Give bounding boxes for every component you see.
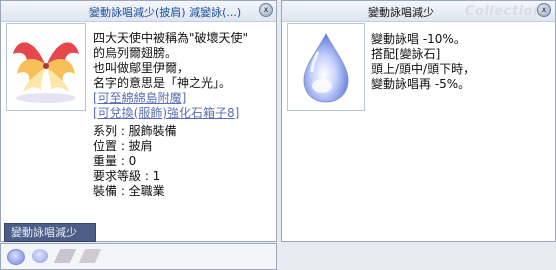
item-image bbox=[6, 23, 86, 111]
card-slot-filled-icon[interactable] bbox=[32, 249, 48, 263]
card-slot-tab[interactable]: 變動詠唱減少 bbox=[4, 223, 96, 242]
exchange-box-link[interactable]: [可兌換(服飾)強化石箱子8] bbox=[93, 106, 248, 121]
property-level: 要求等級 : 1 bbox=[93, 169, 161, 183]
card-slot-bar bbox=[0, 243, 277, 270]
close-button[interactable]: x bbox=[259, 3, 273, 17]
card-slot-empty-icon[interactable] bbox=[53, 249, 77, 263]
description-line: 變動詠唱 -10%。 bbox=[371, 32, 466, 46]
title-bar[interactable]: 變動詠唱減少(披肩) 減變詠(...) x bbox=[1, 1, 276, 22]
card-info-window: 變動詠唱減少 Collections x 變動詠唱 -10%。 搭配[變詠石] … bbox=[281, 0, 556, 242]
property-series: 系列 : 服飾裝備 bbox=[93, 124, 177, 138]
enchant-location-link[interactable]: [可至綿綿島附魔] bbox=[93, 91, 248, 106]
water-drop-icon bbox=[303, 32, 349, 103]
card-image bbox=[287, 23, 365, 111]
item-description: 四大天使中被稱為"破壞天使" 的烏列爾翅膀。 也叫做鄔里伊爾， 名字的意思是「神… bbox=[93, 31, 248, 199]
description-line: 四大天使中被稱為"破壞天使" bbox=[93, 31, 249, 45]
description-line: 搭配[變詠石] bbox=[371, 47, 441, 61]
description-line: 的烏列爾翅膀。 bbox=[93, 46, 178, 60]
description-line: 名字的意思是「神之光」。 bbox=[93, 76, 232, 90]
item-info-window: 變動詠唱減少(披肩) 減變詠(...) x 四大天使中被稱為"破壞天使" 的烏列… bbox=[0, 0, 277, 242]
card-slot-filled-icon[interactable] bbox=[7, 249, 25, 265]
property-weight: 重量 : 0 bbox=[93, 154, 137, 168]
title-bar[interactable]: 變動詠唱減少 Collections x bbox=[282, 1, 555, 22]
description-line: 變動詠唱再 -5%。 bbox=[371, 77, 471, 91]
card-description: 變動詠唱 -10%。 搭配[變詠石] 頭上/頭中/頭下時， 變動詠唱再 -5%。 bbox=[371, 32, 475, 92]
card-title: 變動詠唱減少 bbox=[368, 6, 434, 19]
close-button[interactable]: x bbox=[537, 3, 551, 17]
item-title: 變動詠唱減少(披肩) 減變詠(...) bbox=[89, 6, 242, 19]
property-position: 位置 : 披肩 bbox=[93, 139, 153, 153]
property-equip: 裝備 : 全職業 bbox=[93, 184, 165, 198]
description-line: 也叫做鄔里伊爾， bbox=[93, 61, 190, 75]
angel-wings-icon bbox=[13, 42, 79, 103]
card-slot-empty-icon[interactable] bbox=[78, 249, 102, 263]
description-line: 頭上/頭中/頭下時， bbox=[371, 62, 476, 76]
